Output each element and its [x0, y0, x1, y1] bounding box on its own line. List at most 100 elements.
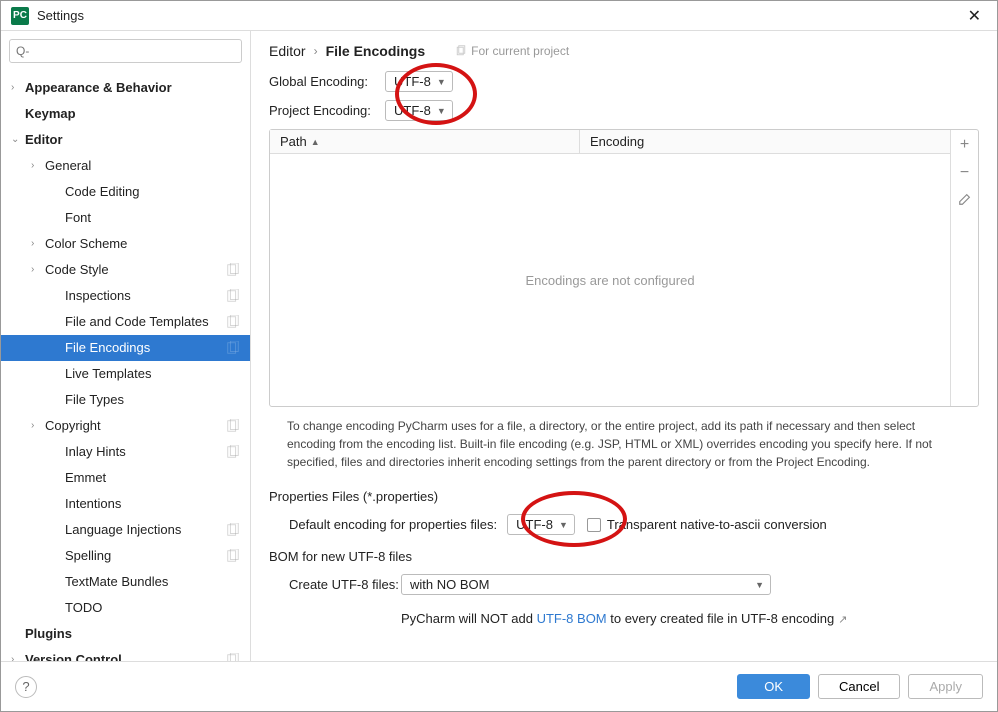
project-scope-icon — [226, 549, 240, 563]
tree-item-label: Inlay Hints — [65, 442, 226, 462]
tree-item-label: Inspections — [65, 286, 226, 306]
properties-encoding-dropdown[interactable]: UTF-8 ▼ — [507, 514, 575, 535]
add-icon[interactable]: + — [960, 136, 969, 154]
breadcrumb: Editor › File Encodings For current proj… — [269, 43, 979, 59]
tree-item-label: Language Injections — [65, 520, 226, 540]
cancel-button[interactable]: Cancel — [818, 674, 900, 699]
properties-default-label: Default encoding for properties files: — [289, 517, 497, 532]
tree-item-inspections[interactable]: Inspections — [1, 283, 250, 309]
project-scope-icon — [226, 289, 240, 303]
tree-item-file-types[interactable]: File Types — [1, 387, 250, 413]
tree-item-label: Intentions — [65, 494, 240, 514]
tree-item-label: File and Code Templates — [65, 312, 226, 332]
help-button[interactable]: ? — [15, 676, 37, 698]
chevron-icon: ⌄ — [11, 130, 25, 150]
tree-item-label: Appearance & Behavior — [25, 78, 240, 98]
chevron-icon: › — [31, 156, 45, 176]
tree-item-code-style[interactable]: ›Code Style — [1, 257, 250, 283]
tree-item-inlay-hints[interactable]: Inlay Hints — [1, 439, 250, 465]
global-encoding-label: Global Encoding: — [269, 74, 385, 89]
search-input[interactable] — [9, 39, 242, 63]
tree-item-intentions[interactable]: Intentions — [1, 491, 250, 517]
table-empty-msg: Encodings are not configured — [270, 154, 950, 406]
encodings-table: Path ▲ Encoding Encodings are not config… — [269, 129, 979, 407]
footer: ? OK Cancel Apply — [1, 661, 997, 711]
external-link-icon: ↗ — [838, 614, 847, 626]
tree-item-label: TODO — [65, 598, 240, 618]
tree-item-todo[interactable]: TODO — [1, 595, 250, 621]
tree-item-live-templates[interactable]: Live Templates — [1, 361, 250, 387]
tree-item-label: Version Control — [25, 650, 226, 661]
window-title: Settings — [37, 8, 84, 23]
chevron-down-icon: ▼ — [755, 580, 764, 590]
create-utf8-label: Create UTF-8 files: — [289, 577, 401, 592]
tree-item-textmate-bundles[interactable]: TextMate Bundles — [1, 569, 250, 595]
transparent-checkbox[interactable] — [587, 518, 601, 532]
breadcrumb-parent[interactable]: Editor — [269, 43, 306, 59]
chevron-icon: › — [31, 416, 45, 436]
tree-item-plugins[interactable]: Plugins — [1, 621, 250, 647]
properties-section-label: Properties Files (*.properties) — [269, 489, 979, 504]
chevron-down-icon: ▼ — [437, 77, 446, 87]
project-scope-icon — [226, 653, 240, 661]
app-logo: PC — [11, 7, 29, 25]
tree-item-general[interactable]: ›General — [1, 153, 250, 179]
tree-item-font[interactable]: Font — [1, 205, 250, 231]
tree-item-label: File Types — [65, 390, 240, 410]
chevron-icon: › — [31, 260, 45, 280]
chevron-down-icon: ▼ — [437, 106, 446, 116]
global-encoding-dropdown[interactable]: UTF-8 ▼ — [385, 71, 453, 92]
tree-item-label: File Encodings — [65, 338, 226, 358]
tree-item-label: Code Editing — [65, 182, 240, 202]
tree-item-version-control[interactable]: ›Version Control — [1, 647, 250, 661]
utf8-bom-link[interactable]: UTF-8 BOM — [537, 611, 607, 626]
tree-item-language-injections[interactable]: Language Injections — [1, 517, 250, 543]
tree-item-editor[interactable]: ⌄Editor — [1, 127, 250, 153]
tree-item-label: Emmet — [65, 468, 240, 488]
tree-item-label: Font — [65, 208, 240, 228]
tree-item-label: Spelling — [65, 546, 226, 566]
tree-item-code-editing[interactable]: Code Editing — [1, 179, 250, 205]
column-encoding[interactable]: Encoding — [580, 130, 950, 153]
breadcrumb-current: File Encodings — [326, 43, 426, 59]
tree-item-copyright[interactable]: ›Copyright — [1, 413, 250, 439]
bom-section-label: BOM for new UTF-8 files — [269, 549, 979, 564]
edit-icon[interactable] — [958, 192, 972, 211]
transparent-label: Transparent native-to-ascii conversion — [607, 517, 827, 532]
tree-item-file-and-code-templates[interactable]: File and Code Templates — [1, 309, 250, 335]
apply-button[interactable]: Apply — [908, 674, 983, 699]
project-scope-icon — [226, 419, 240, 433]
project-scope-icon — [226, 263, 240, 277]
tree-item-label: General — [45, 156, 240, 176]
copy-icon — [455, 45, 467, 57]
tree-item-label: Code Style — [45, 260, 226, 280]
ok-button[interactable]: OK — [737, 674, 810, 699]
tree-item-label: Color Scheme — [45, 234, 240, 254]
tree-item-file-encodings[interactable]: File Encodings — [1, 335, 250, 361]
column-path[interactable]: Path ▲ — [270, 130, 580, 153]
tree-item-spelling[interactable]: Spelling — [1, 543, 250, 569]
remove-icon[interactable]: − — [960, 164, 969, 182]
tree-item-label: Keymap — [25, 104, 240, 124]
project-encoding-dropdown[interactable]: UTF-8 ▼ — [385, 100, 453, 121]
project-scope-icon — [226, 445, 240, 459]
chevron-icon: › — [11, 78, 25, 98]
create-utf8-dropdown[interactable]: with NO BOM ▼ — [401, 574, 771, 595]
close-icon[interactable]: ✕ — [962, 6, 987, 26]
tree-item-emmet[interactable]: Emmet — [1, 465, 250, 491]
tree-item-label: TextMate Bundles — [65, 572, 240, 592]
titlebar: PC Settings ✕ — [1, 1, 997, 31]
tree-item-label: Live Templates — [65, 364, 240, 384]
chevron-icon: › — [31, 234, 45, 254]
tree-item-appearance-behavior[interactable]: ›Appearance & Behavior — [1, 75, 250, 101]
content-panel: Editor › File Encodings For current proj… — [251, 31, 997, 661]
breadcrumb-hint: For current project — [471, 44, 569, 58]
settings-tree: ›Appearance & BehaviorKeymap⌄Editor›Gene… — [1, 71, 250, 661]
project-encoding-label: Project Encoding: — [269, 103, 385, 118]
chevron-icon: › — [11, 650, 25, 661]
tree-item-label: Plugins — [25, 624, 240, 644]
chevron-right-icon: › — [314, 44, 318, 58]
chevron-down-icon: ▼ — [559, 520, 568, 530]
tree-item-keymap[interactable]: Keymap — [1, 101, 250, 127]
tree-item-color-scheme[interactable]: ›Color Scheme — [1, 231, 250, 257]
